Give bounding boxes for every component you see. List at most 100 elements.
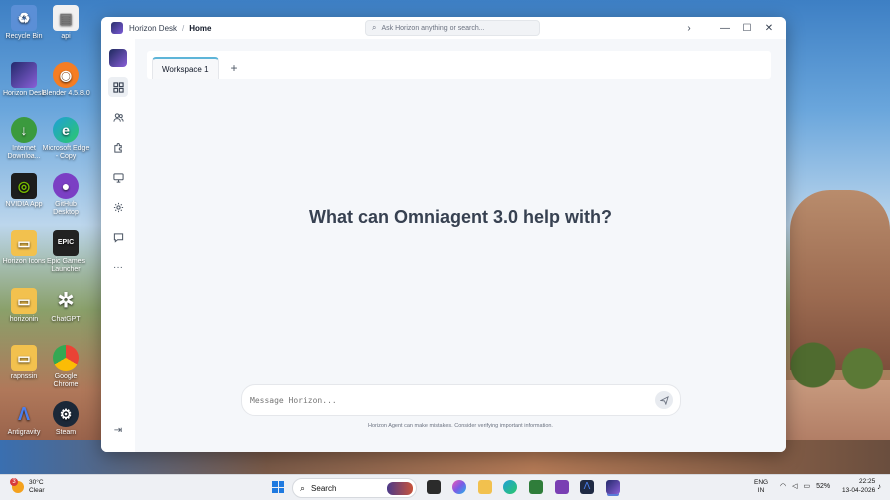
sidebar-item-settings[interactable]	[108, 197, 128, 217]
sidebar-item-dashboard[interactable]	[108, 77, 128, 97]
maximize-button[interactable]: ☐	[736, 23, 758, 34]
window-controls: › — ☐ ✕	[678, 17, 780, 39]
steam-icon: ⚙	[53, 401, 79, 427]
forward-button[interactable]: ›	[678, 23, 700, 34]
logout-button[interactable]: ⇥	[108, 420, 128, 440]
taskbar: 3 30°C Clear ⌕ Search Λ ENG IN ◠ ◁ ▭ 52%…	[0, 474, 890, 500]
epic-games-icon: EPIC	[53, 230, 79, 256]
internet-download-icon: ↓	[11, 117, 37, 143]
grid-icon	[112, 81, 124, 93]
desktop-icon-antigravity[interactable]: Λ Antigravity	[0, 401, 48, 437]
windows-logo-pane	[278, 481, 284, 487]
desktop-icon-rapnssin[interactable]: ▭ rapnssin	[0, 345, 48, 381]
sidebar-logo-icon[interactable]	[109, 49, 127, 67]
clock-date: 13-04-2026	[842, 486, 876, 494]
edge-icon: e	[53, 117, 79, 143]
file-explorer-icon[interactable]	[478, 480, 492, 494]
folder-icon: ▭	[11, 345, 37, 371]
task-view-icon[interactable]	[427, 480, 441, 494]
system-tray: ◠ ◁ ▭ 52%	[780, 482, 831, 491]
desktop-icon-horizonin[interactable]: ▭ horizonin	[0, 288, 48, 324]
store-icon[interactable]	[529, 480, 543, 494]
main-area: Workspace 1 + What can Omniagent 3.0 hel…	[135, 39, 786, 452]
tab-workspace-1[interactable]: Workspace 1	[152, 57, 219, 79]
titlebar: Horizon Desk / Home ⌕ Ask Horizon anythi…	[101, 17, 786, 39]
desktop-icon-blender[interactable]: ◉ Blender 4.5.8.0	[42, 62, 90, 98]
wifi-icon[interactable]: ◠	[780, 482, 786, 490]
add-tab-button[interactable]: +	[231, 61, 238, 75]
horizon-logo-icon	[111, 22, 123, 34]
workspace-tabbar: Workspace 1 +	[147, 51, 771, 79]
desktop-icon-api[interactable]: ▤ api	[42, 5, 90, 41]
disclaimer-text: Horizon Agent can make mistakes. Conside…	[368, 423, 553, 429]
lang-code: ENG	[754, 479, 769, 486]
nvidia-icon: ◎	[11, 173, 37, 199]
antigravity-icon: Λ	[17, 403, 30, 424]
chatgpt-icon: ✲	[57, 289, 75, 312]
logout-icon: ⇥	[113, 424, 123, 436]
folder-icon: ▭	[11, 288, 37, 314]
desktop-icon-recycle-bin[interactable]: ♻ Recycle Bin	[0, 5, 48, 41]
minimize-button[interactable]: —	[714, 23, 736, 34]
gear-icon	[113, 202, 123, 212]
sidebar-item-people[interactable]	[108, 107, 128, 127]
weather-desc: Clear	[29, 486, 45, 494]
wallpaper-trees	[780, 330, 890, 400]
copilot-icon[interactable]	[452, 480, 466, 494]
chrome-icon	[53, 345, 79, 371]
app-icon[interactable]	[555, 480, 569, 494]
desktop-icon-idm[interactable]: ↓ Internet Downloa...	[0, 117, 48, 161]
taskbar-search-label: Search	[311, 483, 337, 493]
blender-icon: ◉	[53, 62, 79, 88]
desktop-icon-steam[interactable]: ⚙ Steam	[42, 401, 90, 437]
sidebar-item-monitor[interactable]	[108, 167, 128, 187]
desktop-icon-github[interactable]: ● GitHub Desktop	[42, 173, 90, 217]
language-indicator[interactable]: ENG IN	[754, 479, 768, 496]
close-button[interactable]: ✕	[758, 23, 780, 34]
github-icon: ●	[53, 173, 79, 199]
tab-label: Workspace 1	[162, 64, 209, 74]
notification-bell-icon[interactable]: ♪	[877, 482, 881, 491]
global-search-input[interactable]: ⌕ Ask Horizon anything or search...	[365, 20, 540, 36]
antigravity-taskbar-icon[interactable]: Λ	[580, 480, 594, 494]
breadcrumb-current: Home	[189, 23, 212, 33]
windows-logo-pane	[278, 487, 284, 493]
desktop-icon-edge[interactable]: e Microsoft Edge - Copy	[42, 117, 90, 161]
search-highlight-icon	[387, 481, 413, 495]
windows-logo-pane	[272, 487, 278, 493]
desktop-icon-horizon-icons[interactable]: ▭ Horizon Icons	[0, 230, 48, 266]
breadcrumb-app[interactable]: Horizon Desk	[129, 24, 177, 33]
desktop-icon-epic[interactable]: EPIC Epic Games Launcher	[42, 230, 90, 274]
more-icon: ···	[113, 261, 123, 273]
chat-icon	[113, 232, 123, 243]
search-icon: ⌕	[372, 23, 377, 32]
edge-taskbar-icon[interactable]	[503, 480, 517, 494]
message-input[interactable]	[250, 395, 655, 405]
weather-widget[interactable]: 3 30°C Clear	[10, 477, 45, 495]
start-button[interactable]	[272, 481, 284, 493]
desktop-icon-chatgpt[interactable]: ✲ ChatGPT	[42, 288, 90, 324]
send-icon	[659, 395, 669, 405]
horizon-desk-taskbar-icon[interactable]	[606, 480, 620, 494]
sidebar-item-extensions[interactable]	[108, 137, 128, 157]
desktop-icon-horizon-desk[interactable]: Horizon Desk	[0, 62, 48, 98]
volume-icon[interactable]: ◁	[792, 482, 797, 490]
search-placeholder: Ask Horizon anything or search...	[381, 24, 485, 32]
windows-logo-icon	[272, 481, 278, 487]
desktop-icon-nvidia[interactable]: ◎ NVIDIA App	[0, 173, 48, 209]
send-button[interactable]	[655, 391, 673, 409]
notification-badge: 3	[10, 477, 18, 486]
battery-icon[interactable]: ▭	[804, 482, 811, 490]
breadcrumb-separator: /	[182, 23, 185, 33]
taskbar-search[interactable]: ⌕ Search	[292, 478, 417, 498]
battery-percent: 52%	[816, 482, 831, 490]
monitor-icon	[112, 172, 124, 183]
hero-title: What can Omniagent 3.0 help with?	[308, 207, 613, 227]
file-icon: ▤	[53, 5, 79, 31]
app-window: Horizon Desk / Home ⌕ Ask Horizon anythi…	[101, 17, 786, 452]
desktop-icon-chrome[interactable]: Google Chrome	[42, 345, 90, 389]
sidebar-item-chat[interactable]	[108, 227, 128, 247]
sidebar-item-more[interactable]: ···	[108, 257, 128, 277]
clock[interactable]: 22:25 13-04-2026	[842, 478, 875, 496]
sun-icon: 3	[10, 477, 24, 493]
